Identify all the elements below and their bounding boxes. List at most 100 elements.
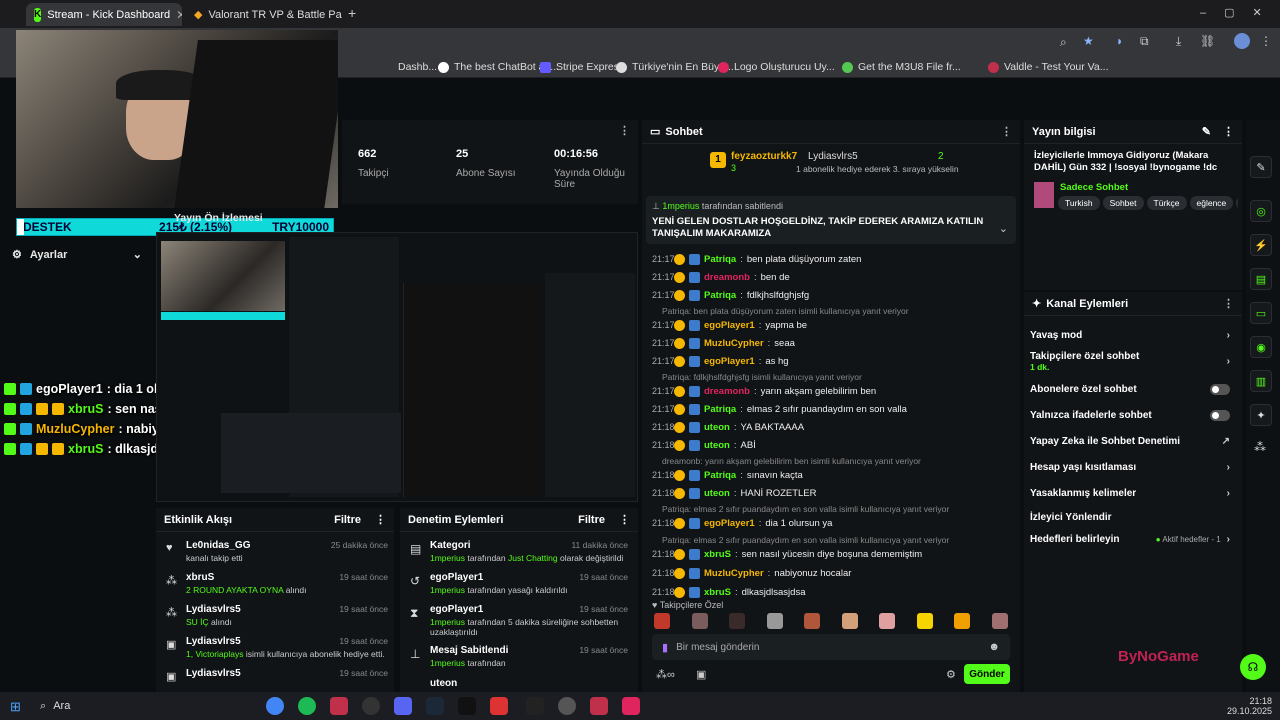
- download-icon[interactable]: ⤓: [1176, 34, 1181, 49]
- chat-username[interactable]: egoPlayer1: [704, 320, 755, 331]
- chat-username[interactable]: egoPlayer1: [704, 518, 755, 529]
- chat-message[interactable]: 21:18 xbruS: sen nasıl yücesin diye boşuna…: [652, 547, 922, 561]
- channel-action-4[interactable]: Yapay Zeka ile Sohbet Denetimi ↗: [1030, 432, 1230, 450]
- more-icon[interactable]: ⋮: [375, 513, 386, 526]
- chat-username[interactable]: Patriqa: [704, 254, 736, 265]
- points-icon[interactable]: ⁂∞: [656, 668, 675, 681]
- send-button[interactable]: Gönder: [964, 664, 1010, 684]
- chevron-down-icon[interactable]: ⌄: [999, 222, 1008, 235]
- more-icon[interactable]: ⋮: [1001, 125, 1012, 138]
- chat-username[interactable]: uteon: [704, 422, 730, 433]
- more-icon[interactable]: ⋮: [619, 124, 630, 137]
- epic-icon[interactable]: [458, 697, 476, 715]
- gear-icon[interactable]: ⚙: [946, 668, 956, 681]
- channel-action-6[interactable]: Yasaklanmış kelimeler ›: [1030, 484, 1230, 502]
- chat-message[interactable]: 21:18 egoPlayer1: dia 1 olursun ya: [652, 516, 832, 530]
- app-icon[interactable]: [330, 697, 348, 715]
- link-icon[interactable]: ⛓: [1200, 34, 1215, 48]
- chat-message[interactable]: 21:18 uteon: YA BAKTAAAA: [652, 420, 804, 434]
- channel-action-1[interactable]: Takipçilere özel sohbet 1 dk. ›: [1030, 351, 1230, 372]
- gift-icon[interactable]: ▣: [696, 668, 706, 681]
- chat-username[interactable]: xbruS: [704, 587, 731, 598]
- chat-username[interactable]: MuzluCypher: [704, 568, 764, 579]
- more-icon[interactable]: ⋮: [1223, 297, 1234, 310]
- emote-icon[interactable]: [729, 613, 745, 629]
- edit-rail-button[interactable]: ✎: [1250, 156, 1272, 178]
- rail-button-3[interactable]: ▤: [1250, 268, 1272, 290]
- bookmark-0[interactable]: Dashb...: [398, 56, 437, 78]
- new-tab-icon[interactable]: +: [348, 5, 356, 21]
- chat-message[interactable]: 21:17 MuzluCypher: seaa: [652, 336, 795, 350]
- rail-button-wrench[interactable]: ✦: [1250, 404, 1272, 426]
- chat-username[interactable]: Patriqa: [704, 290, 736, 301]
- chrome-icon[interactable]: [266, 697, 284, 715]
- app-icon[interactable]: [558, 697, 576, 715]
- chat-message[interactable]: 21:18 xbruS: dlkasjdlsasjdsa: [652, 585, 805, 599]
- app-icon[interactable]: [526, 697, 544, 715]
- valorant-icon[interactable]: [622, 697, 640, 715]
- channel-action-3[interactable]: Yalnızca ifadelerle sohbet: [1030, 406, 1230, 424]
- more-icon[interactable]: ⋮: [1223, 125, 1234, 138]
- activity-filter-button[interactable]: Filtre: [334, 514, 361, 526]
- toggle-switch[interactable]: [1210, 383, 1230, 395]
- chat-message[interactable]: 21:18 uteon: ABİ: [652, 438, 756, 452]
- discord-icon[interactable]: [394, 697, 412, 715]
- chat-message[interactable]: 21:17 dreamonb: yarın akşam gelebilirim be…: [652, 384, 876, 398]
- steam-icon[interactable]: [426, 697, 444, 715]
- emote-icon[interactable]: [879, 613, 895, 629]
- pinned-message[interactable]: ⊥ 1mperius tarafından sabitlendi YENİ GE…: [646, 196, 1016, 244]
- channel-action-0[interactable]: Yavaş mod ›: [1030, 326, 1230, 344]
- channel-action-2[interactable]: Abonelere özel sohbet: [1030, 380, 1230, 398]
- star-icon[interactable]: ★: [1083, 34, 1094, 48]
- chat-message[interactable]: 21:17 Patriqa: elmas 2 sıfır puandaydım en…: [652, 402, 907, 416]
- rail-button-4[interactable]: ▥: [1250, 370, 1272, 392]
- moderation-filter-button[interactable]: Filtre: [578, 514, 605, 526]
- bookmark-4[interactable]: Logo Oluşturucu Uy...: [718, 56, 835, 78]
- obs-icon[interactable]: [362, 697, 380, 715]
- emote-icon[interactable]: [841, 613, 858, 629]
- bookmark-5[interactable]: Get the M3U8 File fr...: [842, 56, 961, 78]
- spotify-icon[interactable]: [298, 697, 316, 715]
- clock[interactable]: 21:18 29.10.2025: [1212, 696, 1272, 716]
- sidebar-item-settings[interactable]: ⚙ Ayarlar ⌄: [12, 248, 142, 262]
- bookmark-3[interactable]: Türkiye'nin En Büyü...: [616, 56, 734, 78]
- emote-icon[interactable]: [954, 613, 970, 629]
- emote-icon[interactable]: [804, 613, 820, 629]
- toggle-switch[interactable]: [1210, 409, 1230, 421]
- taskbar-search[interactable]: ⌕ Ara: [40, 700, 70, 713]
- emote-icon[interactable]: [691, 613, 708, 629]
- more-icon[interactable]: ⋮: [619, 513, 630, 526]
- chat-message[interactable]: 21:17 egoPlayer1: yapma be: [652, 318, 807, 332]
- points-icon[interactable]: ⁂: [1254, 440, 1266, 454]
- close-icon[interactable]: ✕: [176, 8, 182, 22]
- emote-icon[interactable]: [991, 613, 1008, 629]
- tab-valorant[interactable]: ◆ Valorant TR VP & Battle Pass Sa ✕: [186, 3, 342, 26]
- channel-action-8[interactable]: Hedefleri belirleyin ● Aktif hedefler - 1…: [1030, 530, 1230, 548]
- app-icon[interactable]: [490, 697, 508, 715]
- category-name[interactable]: Sadece Sohbet: [1060, 182, 1128, 193]
- extension-icon[interactable]: ◗: [1116, 34, 1123, 48]
- puzzle-icon[interactable]: ⧉: [1140, 34, 1149, 49]
- chat-username[interactable]: uteon: [704, 440, 730, 451]
- chat-username[interactable]: Patriqa: [704, 470, 736, 481]
- chat-username[interactable]: uteon: [704, 488, 730, 499]
- bookmark-2[interactable]: Stripe Express: [540, 56, 624, 78]
- chat-message[interactable]: 21:17 dreamonb: ben de: [652, 270, 790, 284]
- emote-icon[interactable]: [916, 613, 933, 629]
- rail-button-2[interactable]: ⚡: [1250, 234, 1272, 256]
- rail-button-stream[interactable]: ◉: [1250, 336, 1272, 358]
- chat-message[interactable]: 21:18 Patriqa: sınavın kaçta: [652, 468, 803, 482]
- support-button[interactable]: ☊: [1240, 654, 1266, 680]
- stream-preview[interactable]: [156, 232, 638, 502]
- chat-message[interactable]: 21:18 MuzluCypher: nabiyonuz hocalar: [652, 566, 851, 580]
- chat-username[interactable]: dreamonb: [704, 272, 750, 283]
- emote-icon[interactable]: [766, 613, 783, 629]
- chat-message[interactable]: 21:18 uteon: HANİ ROZETLER: [652, 486, 817, 500]
- window-controls[interactable]: –▢✕: [1200, 6, 1280, 19]
- tab-kick-dashboard[interactable]: K Stream - Kick Dashboard ✕: [26, 3, 182, 26]
- rail-button-1[interactable]: ◎: [1250, 200, 1272, 222]
- chat-username[interactable]: xbruS: [704, 549, 731, 560]
- bookmark-6[interactable]: Valdle - Test Your Va...: [988, 56, 1108, 78]
- emote-icon[interactable]: [654, 613, 670, 629]
- edit-icon[interactable]: ✎: [1202, 125, 1211, 138]
